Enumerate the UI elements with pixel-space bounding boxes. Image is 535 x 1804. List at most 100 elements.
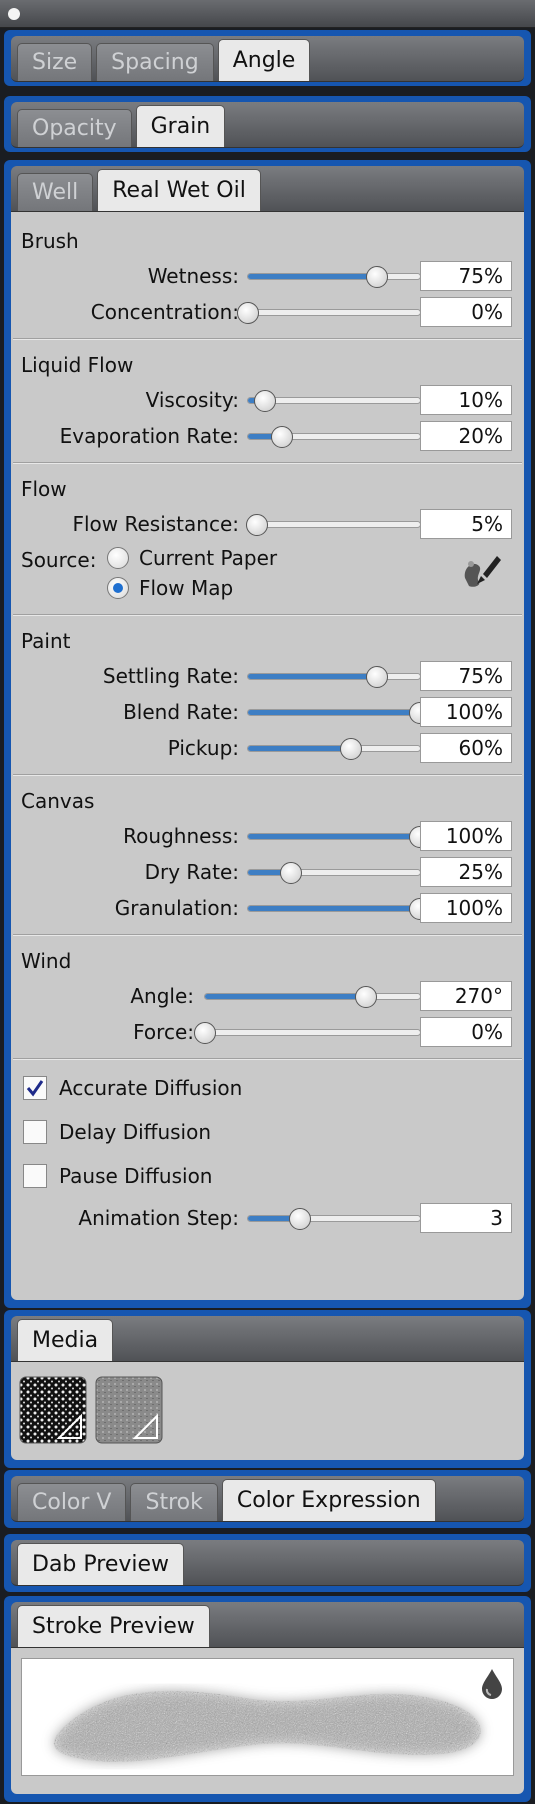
- tab-opacity[interactable]: Opacity: [17, 109, 132, 147]
- viscosity-label: Viscosity:: [145, 388, 239, 412]
- evaporation-field[interactable]: 20%: [420, 421, 512, 451]
- radio-flow-map-label: Flow Map: [139, 576, 234, 600]
- viscosity-thumb[interactable]: [254, 390, 277, 412]
- water-drop-icon[interactable]: [479, 1667, 505, 1699]
- flow-resistance-field[interactable]: 5%: [420, 509, 512, 539]
- viscosity-field[interactable]: 10%: [420, 385, 512, 415]
- settling-label: Settling Rate:: [102, 664, 239, 688]
- tab-real-wet-oil[interactable]: Real Wet Oil: [97, 169, 261, 211]
- delay-diffusion-checkbox[interactable]: [23, 1120, 47, 1144]
- panel-real-wet-oil: Well Real Wet Oil Brush Wetness: 75% Con…: [4, 160, 531, 1308]
- divider: [13, 462, 522, 464]
- pickup-fill: [248, 746, 352, 751]
- granulation-row: Granulation: 100%: [11, 890, 524, 926]
- wetness-thumb[interactable]: [366, 266, 388, 288]
- pickup-thumb[interactable]: [340, 738, 363, 760]
- panel-color-expression: Color V Strok Color Expression: [4, 1470, 531, 1528]
- wind-force-slider[interactable]: [194, 1022, 421, 1044]
- panel-size-spacing-angle: Size Spacing Angle: [4, 30, 531, 86]
- tab-size[interactable]: Size: [17, 43, 93, 81]
- panel-stroke-preview: Stroke Preview: [4, 1596, 531, 1802]
- wetness-label: Wetness:: [147, 264, 239, 288]
- source-label: Source:: [21, 548, 97, 572]
- blend-label: Blend Rate:: [123, 700, 239, 724]
- stroke-preview-canvas: [21, 1658, 514, 1776]
- tab-well[interactable]: Well: [17, 173, 94, 211]
- wind-force-field[interactable]: 0%: [420, 1017, 512, 1047]
- settling-slider[interactable]: [247, 666, 421, 688]
- tab-angle[interactable]: Angle: [217, 39, 311, 81]
- blend-field[interactable]: 100%: [420, 697, 512, 727]
- tab-grain[interactable]: Grain: [135, 105, 226, 147]
- tab-strip-2: Opacity Grain: [11, 102, 524, 148]
- settling-thumb[interactable]: [366, 666, 388, 688]
- dry-rate-slider[interactable]: [247, 862, 421, 884]
- roughness-slider[interactable]: [247, 826, 431, 848]
- tab-strip-1: Size Spacing Angle: [11, 36, 524, 82]
- section-wind-title: Wind: [21, 949, 72, 973]
- wind-angle-fill: [205, 994, 367, 999]
- media-body: [11, 1362, 524, 1460]
- check-icon: [26, 1080, 44, 1097]
- wind-angle-label: Angle:: [130, 984, 194, 1008]
- radio-current-paper[interactable]: Current Paper: [107, 546, 277, 570]
- tab-stroke[interactable]: Strok: [130, 1483, 218, 1521]
- concentration-label: Concentration:: [90, 300, 239, 324]
- wind-angle-slider[interactable]: [204, 986, 421, 1008]
- divider: [13, 338, 522, 340]
- panel-close-dot[interactable]: [8, 8, 20, 20]
- radio-current-paper-dot[interactable]: [107, 547, 129, 569]
- evaporation-thumb[interactable]: [271, 426, 294, 448]
- blend-fill: [248, 710, 420, 715]
- animation-step-slider[interactable]: [247, 1208, 421, 1230]
- flow-map-swatch-icon[interactable]: [95, 1376, 163, 1444]
- tab-color-variability[interactable]: Color V: [17, 1483, 127, 1521]
- pause-diffusion-checkbox[interactable]: [23, 1164, 47, 1188]
- animation-step-label: Animation Step:: [78, 1206, 239, 1230]
- tab-media[interactable]: Media: [17, 1319, 114, 1361]
- accurate-diffusion-checkbox[interactable]: [23, 1076, 47, 1100]
- concentration-slider[interactable]: [237, 302, 421, 324]
- divider: [13, 934, 522, 936]
- settling-field[interactable]: 75%: [420, 661, 512, 691]
- wetness-field[interactable]: 75%: [420, 261, 512, 291]
- animation-step-thumb[interactable]: [288, 1208, 311, 1230]
- pause-diffusion-row: Pause Diffusion: [11, 1156, 524, 1200]
- dry-rate-field[interactable]: 25%: [420, 857, 512, 887]
- concentration-thumb[interactable]: [237, 302, 259, 324]
- pickup-slider[interactable]: [247, 738, 421, 760]
- animation-step-field[interactable]: 3: [420, 1203, 512, 1233]
- wind-force-thumb[interactable]: [194, 1022, 216, 1044]
- tab-color-expression[interactable]: Color Expression: [221, 1479, 436, 1521]
- viscosity-slider[interactable]: [247, 390, 421, 412]
- radio-current-paper-label: Current Paper: [139, 546, 278, 570]
- wetness-row: Wetness: 75%: [11, 258, 524, 294]
- wind-angle-row: Angle: 270°: [11, 978, 524, 1014]
- tab-dab-preview[interactable]: Dab Preview: [17, 1543, 185, 1585]
- pickup-field[interactable]: 60%: [420, 733, 512, 763]
- tab-stroke-preview[interactable]: Stroke Preview: [17, 1605, 210, 1647]
- evaporation-label: Evaporation Rate:: [59, 424, 239, 448]
- pickup-label: Pickup:: [167, 736, 239, 760]
- granulation-slider[interactable]: [247, 898, 431, 920]
- divider: [13, 1058, 522, 1060]
- flow-map-brush-icon[interactable]: [459, 550, 503, 594]
- flow-resistance-slider[interactable]: [245, 514, 421, 536]
- granulation-field[interactable]: 100%: [420, 893, 512, 923]
- evaporation-slider[interactable]: [247, 426, 421, 448]
- dry-rate-thumb[interactable]: [280, 862, 302, 884]
- tab-spacing[interactable]: Spacing: [96, 43, 214, 81]
- wind-angle-thumb[interactable]: [355, 986, 378, 1008]
- radio-flow-map[interactable]: Flow Map: [107, 576, 233, 600]
- wind-force-label: Force:: [133, 1020, 194, 1044]
- flow-resistance-thumb[interactable]: [245, 514, 268, 536]
- concentration-field[interactable]: 0%: [420, 297, 512, 327]
- wind-angle-field[interactable]: 270°: [420, 981, 512, 1011]
- blend-slider[interactable]: [247, 702, 431, 724]
- radio-flow-map-dot[interactable]: [107, 577, 129, 599]
- paper-texture-swatch-icon[interactable]: [19, 1376, 87, 1444]
- stroke-preview-body: [11, 1648, 524, 1794]
- roughness-field[interactable]: 100%: [420, 821, 512, 851]
- wetness-slider[interactable]: [247, 266, 421, 288]
- tab-strip-3: Well Real Wet Oil: [11, 166, 524, 212]
